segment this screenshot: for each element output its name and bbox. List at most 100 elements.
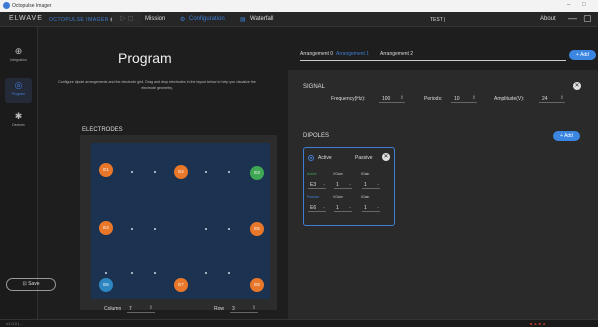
grid-dot: [154, 171, 156, 173]
electrode-e4[interactable]: E4: [99, 221, 113, 235]
stepper-arrows-icon[interactable]: ⇕: [560, 95, 564, 101]
grid-dot: [228, 272, 230, 274]
window-title: Octopulse Imager: [12, 3, 52, 9]
grid-dot: [154, 272, 156, 274]
maximize-button[interactable]: □: [582, 2, 586, 8]
stepper-arrows-icon[interactable]: ⇕: [252, 305, 256, 311]
column-stepper[interactable]: 7 ⇕: [127, 304, 155, 313]
sidebar: ⊕ Integration ◎ Program ✱ Devices: [0, 27, 38, 319]
add-dipole-button[interactable]: + Add: [553, 131, 580, 141]
electrode-e3[interactable]: E3: [250, 166, 264, 180]
test-label: TEST |: [430, 17, 446, 23]
row1-igain-value: 1: [364, 182, 367, 188]
row1-vgain-select[interactable]: 1 ⌄: [334, 180, 352, 189]
row1-electrode-value: E3: [310, 182, 317, 188]
electrode-e5[interactable]: E5: [250, 222, 264, 236]
row2-igain-value: 1: [364, 205, 367, 211]
signal-title: SIGNAL: [303, 84, 326, 90]
status-bar: v1.0.0 | ... ■ ▲ ■ ▲: [0, 319, 598, 327]
stepper-arrows-icon[interactable]: ⇕: [472, 95, 476, 101]
amplitude-value: 24: [542, 96, 548, 102]
sidebar-item-integration[interactable]: ⊕ Integration: [5, 44, 32, 69]
waterfall-icon: ▤: [240, 17, 246, 23]
save-button[interactable]: ⊡ Save: [6, 278, 56, 291]
sidebar-item-label: Integration: [10, 58, 27, 62]
minimize-button[interactable]: –: [567, 2, 570, 8]
active-radio[interactable]: [308, 155, 314, 161]
sidebar-item-label: Program: [11, 92, 26, 96]
grid-dot: [154, 228, 156, 230]
nav-mission[interactable]: Mission: [145, 16, 165, 22]
sidebar-item-devices[interactable]: ✱ Devices: [5, 109, 32, 134]
header-window-icon[interactable]: ▢: [583, 13, 592, 24]
periods-stepper[interactable]: 10 ⇕: [451, 94, 477, 103]
gear-icon: ⚙: [180, 17, 186, 23]
grid-dot: [205, 228, 207, 230]
igain-header: IGain: [361, 172, 370, 176]
igain-header: IGain: [361, 195, 370, 199]
tab-arrangement-1[interactable]: Arrangement 1: [336, 51, 369, 57]
row1-electrode-select[interactable]: E3 ⌄: [308, 180, 326, 189]
row2-electrode-select[interactable]: E6 ⌄: [308, 203, 326, 212]
chevron-down-icon: ⌄: [376, 204, 380, 209]
row2-vgain-select[interactable]: 1 ⌄: [334, 203, 352, 212]
grid-dot: [205, 272, 207, 274]
amplitude-label: Amplitude(V):: [494, 96, 525, 102]
save-label: Save: [28, 281, 40, 287]
row1-vgain-value: 1: [336, 182, 339, 188]
close-icon[interactable]: ✕: [573, 82, 581, 90]
electrode-e7[interactable]: E7: [174, 278, 188, 292]
vgain-header: VGain: [333, 195, 343, 199]
amplitude-stepper[interactable]: 24 ⇕: [539, 94, 565, 103]
program-icon: ◎: [14, 80, 23, 90]
electrode-e1[interactable]: E1: [99, 163, 113, 177]
remove-dipole-icon[interactable]: ✕: [382, 153, 390, 161]
header-minimize-icon[interactable]: —: [568, 13, 577, 23]
column-label: Column: [104, 306, 122, 312]
window-titlebar: Octopulse Imager – □: [0, 0, 598, 12]
grid-dot: [228, 228, 230, 230]
nav-configuration[interactable]: Configuration: [189, 16, 225, 22]
stepper-arrows-icon[interactable]: ⇕: [400, 95, 404, 101]
electrode-e8[interactable]: E8: [250, 278, 264, 292]
electrodes-title: ELECTRODES: [82, 127, 123, 133]
app-header: ELWAVE OCTOPULSE IMAGER ◉ ⌾ Mission ⚙ Co…: [0, 12, 598, 27]
app-icon: [3, 2, 10, 9]
chevron-down-icon: ⌄: [376, 181, 380, 186]
row-value: 3: [232, 306, 235, 312]
row2-tag: Passive: [307, 195, 320, 199]
row2-vgain-value: 1: [336, 205, 339, 211]
playback-toolbox[interactable]: ▷ ◻: [112, 12, 142, 25]
chevron-down-icon: ⌄: [348, 181, 352, 186]
row2-electrode-value: E6: [310, 205, 317, 211]
row1-igain-select[interactable]: 1 ⌄: [362, 180, 380, 189]
page-title: Program: [118, 50, 172, 66]
row1-tag: Active: [307, 172, 317, 176]
chevron-down-icon: ⌄: [322, 204, 326, 209]
stepper-arrows-icon[interactable]: ⇕: [149, 305, 153, 311]
periods-value: 10: [454, 96, 460, 102]
add-arrangement-button[interactable]: + Add: [569, 50, 596, 60]
grid-dot: [131, 228, 133, 230]
frequency-stepper[interactable]: 100 ⇕: [379, 94, 405, 103]
tab-arrangement-0[interactable]: Arrangement 0: [300, 51, 333, 57]
integration-icon: ⊕: [14, 46, 23, 56]
vgain-header: VGain: [333, 172, 343, 176]
grid-dot: [131, 171, 133, 173]
frequency-label: Frequency(Hz):: [331, 96, 366, 102]
sidebar-item-program[interactable]: ◎ Program: [5, 78, 32, 103]
nav-waterfall[interactable]: Waterfall: [250, 16, 273, 22]
row2-igain-select[interactable]: 1 ⌄: [362, 203, 380, 212]
tab-arrangement-2[interactable]: Arrangement 2: [380, 51, 413, 57]
row-stepper[interactable]: 3 ⇕: [230, 304, 258, 313]
about-link[interactable]: About: [540, 16, 556, 22]
brand-logo: ELWAVE: [9, 15, 43, 22]
grid-dot: [205, 171, 207, 173]
electrode-e2[interactable]: E2: [174, 165, 188, 179]
status-left: v1.0.0 | ...: [6, 321, 24, 326]
electrode-e6[interactable]: E6: [99, 278, 113, 292]
devices-icon: ✱: [14, 111, 23, 121]
column-value: 7: [129, 306, 132, 312]
page-description: Configure dipole arrangements and the el…: [58, 80, 256, 90]
grid-dot: [228, 171, 230, 173]
